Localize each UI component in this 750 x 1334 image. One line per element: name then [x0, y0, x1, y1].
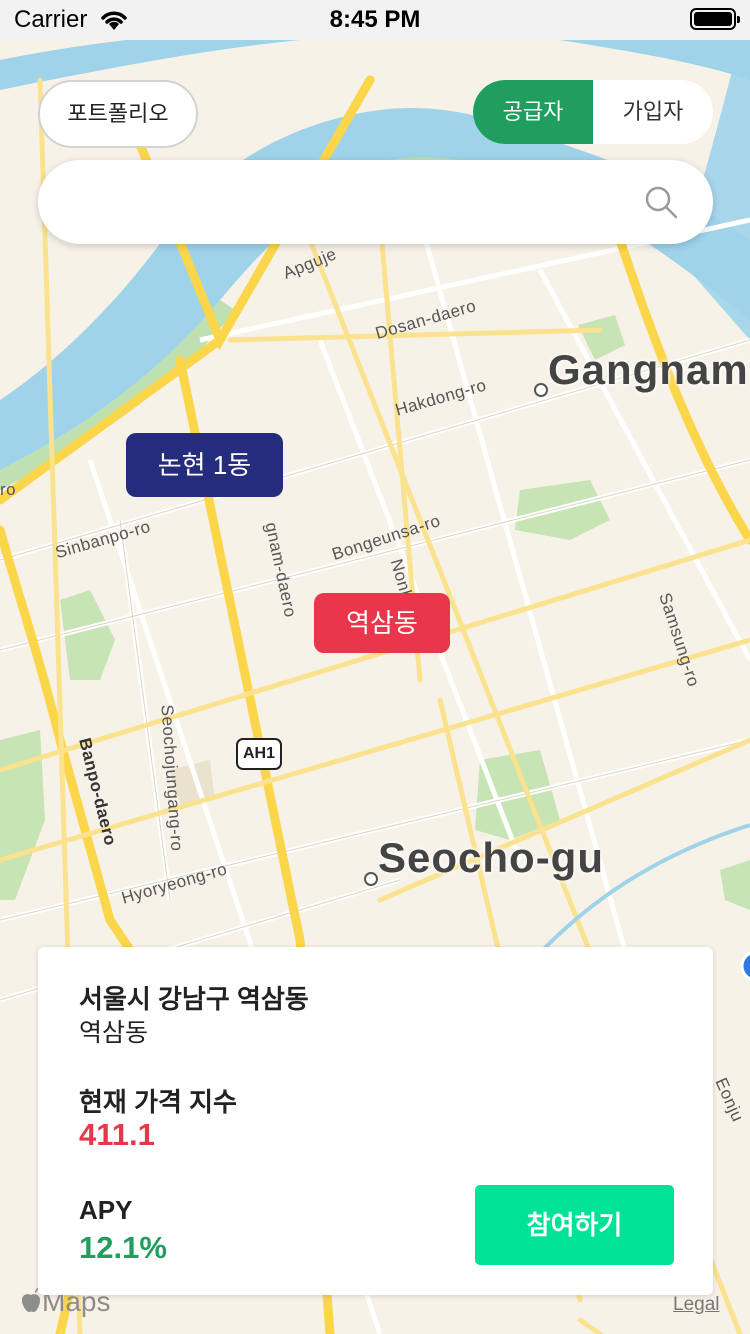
district-marker-icon — [534, 383, 548, 397]
join-button[interactable]: 참여하기 — [475, 1185, 674, 1265]
status-bar: Carrier 8:45 PM — [0, 0, 750, 40]
map-marker-yeoksam[interactable]: 역삼동 — [314, 593, 450, 653]
search-icon[interactable] — [643, 184, 679, 220]
portfolio-button[interactable]: 포트폴리오 — [38, 80, 198, 148]
segment-supplier[interactable]: 공급자 — [473, 80, 593, 144]
district-label-gangnam: Gangnam — [548, 346, 749, 393]
map-marker-nonhyeon[interactable]: 논현 1동 — [126, 433, 283, 497]
road-label: ro — [0, 480, 17, 499]
price-index-label: 현재 가격 지수 — [79, 1087, 237, 1117]
segment-subscriber[interactable]: 가입자 — [593, 80, 713, 144]
apy-label: APY — [79, 1195, 133, 1225]
district-marker-icon — [364, 872, 378, 886]
role-segmented-control[interactable]: 공급자 가입자 — [473, 80, 713, 144]
legal-link[interactable]: Legal — [673, 1294, 720, 1316]
district-label-seocho: Seocho-gu — [378, 834, 604, 881]
apy-value: 12.1% — [79, 1230, 167, 1265]
price-index-value: 411.1 — [79, 1117, 155, 1152]
highway-shield: AH1 — [236, 738, 282, 770]
search-bar[interactable] — [38, 160, 713, 244]
info-card: 서울시 강남구 역삼동 역삼동 현재 가격 지수 411.1 APY 12.1%… — [38, 947, 713, 1295]
address-title: 서울시 강남구 역삼동 — [79, 984, 309, 1014]
dong-name: 역삼동 — [79, 1019, 149, 1047]
battery-icon — [690, 8, 740, 30]
clock: 8:45 PM — [329, 6, 421, 33]
search-input[interactable] — [66, 160, 646, 244]
